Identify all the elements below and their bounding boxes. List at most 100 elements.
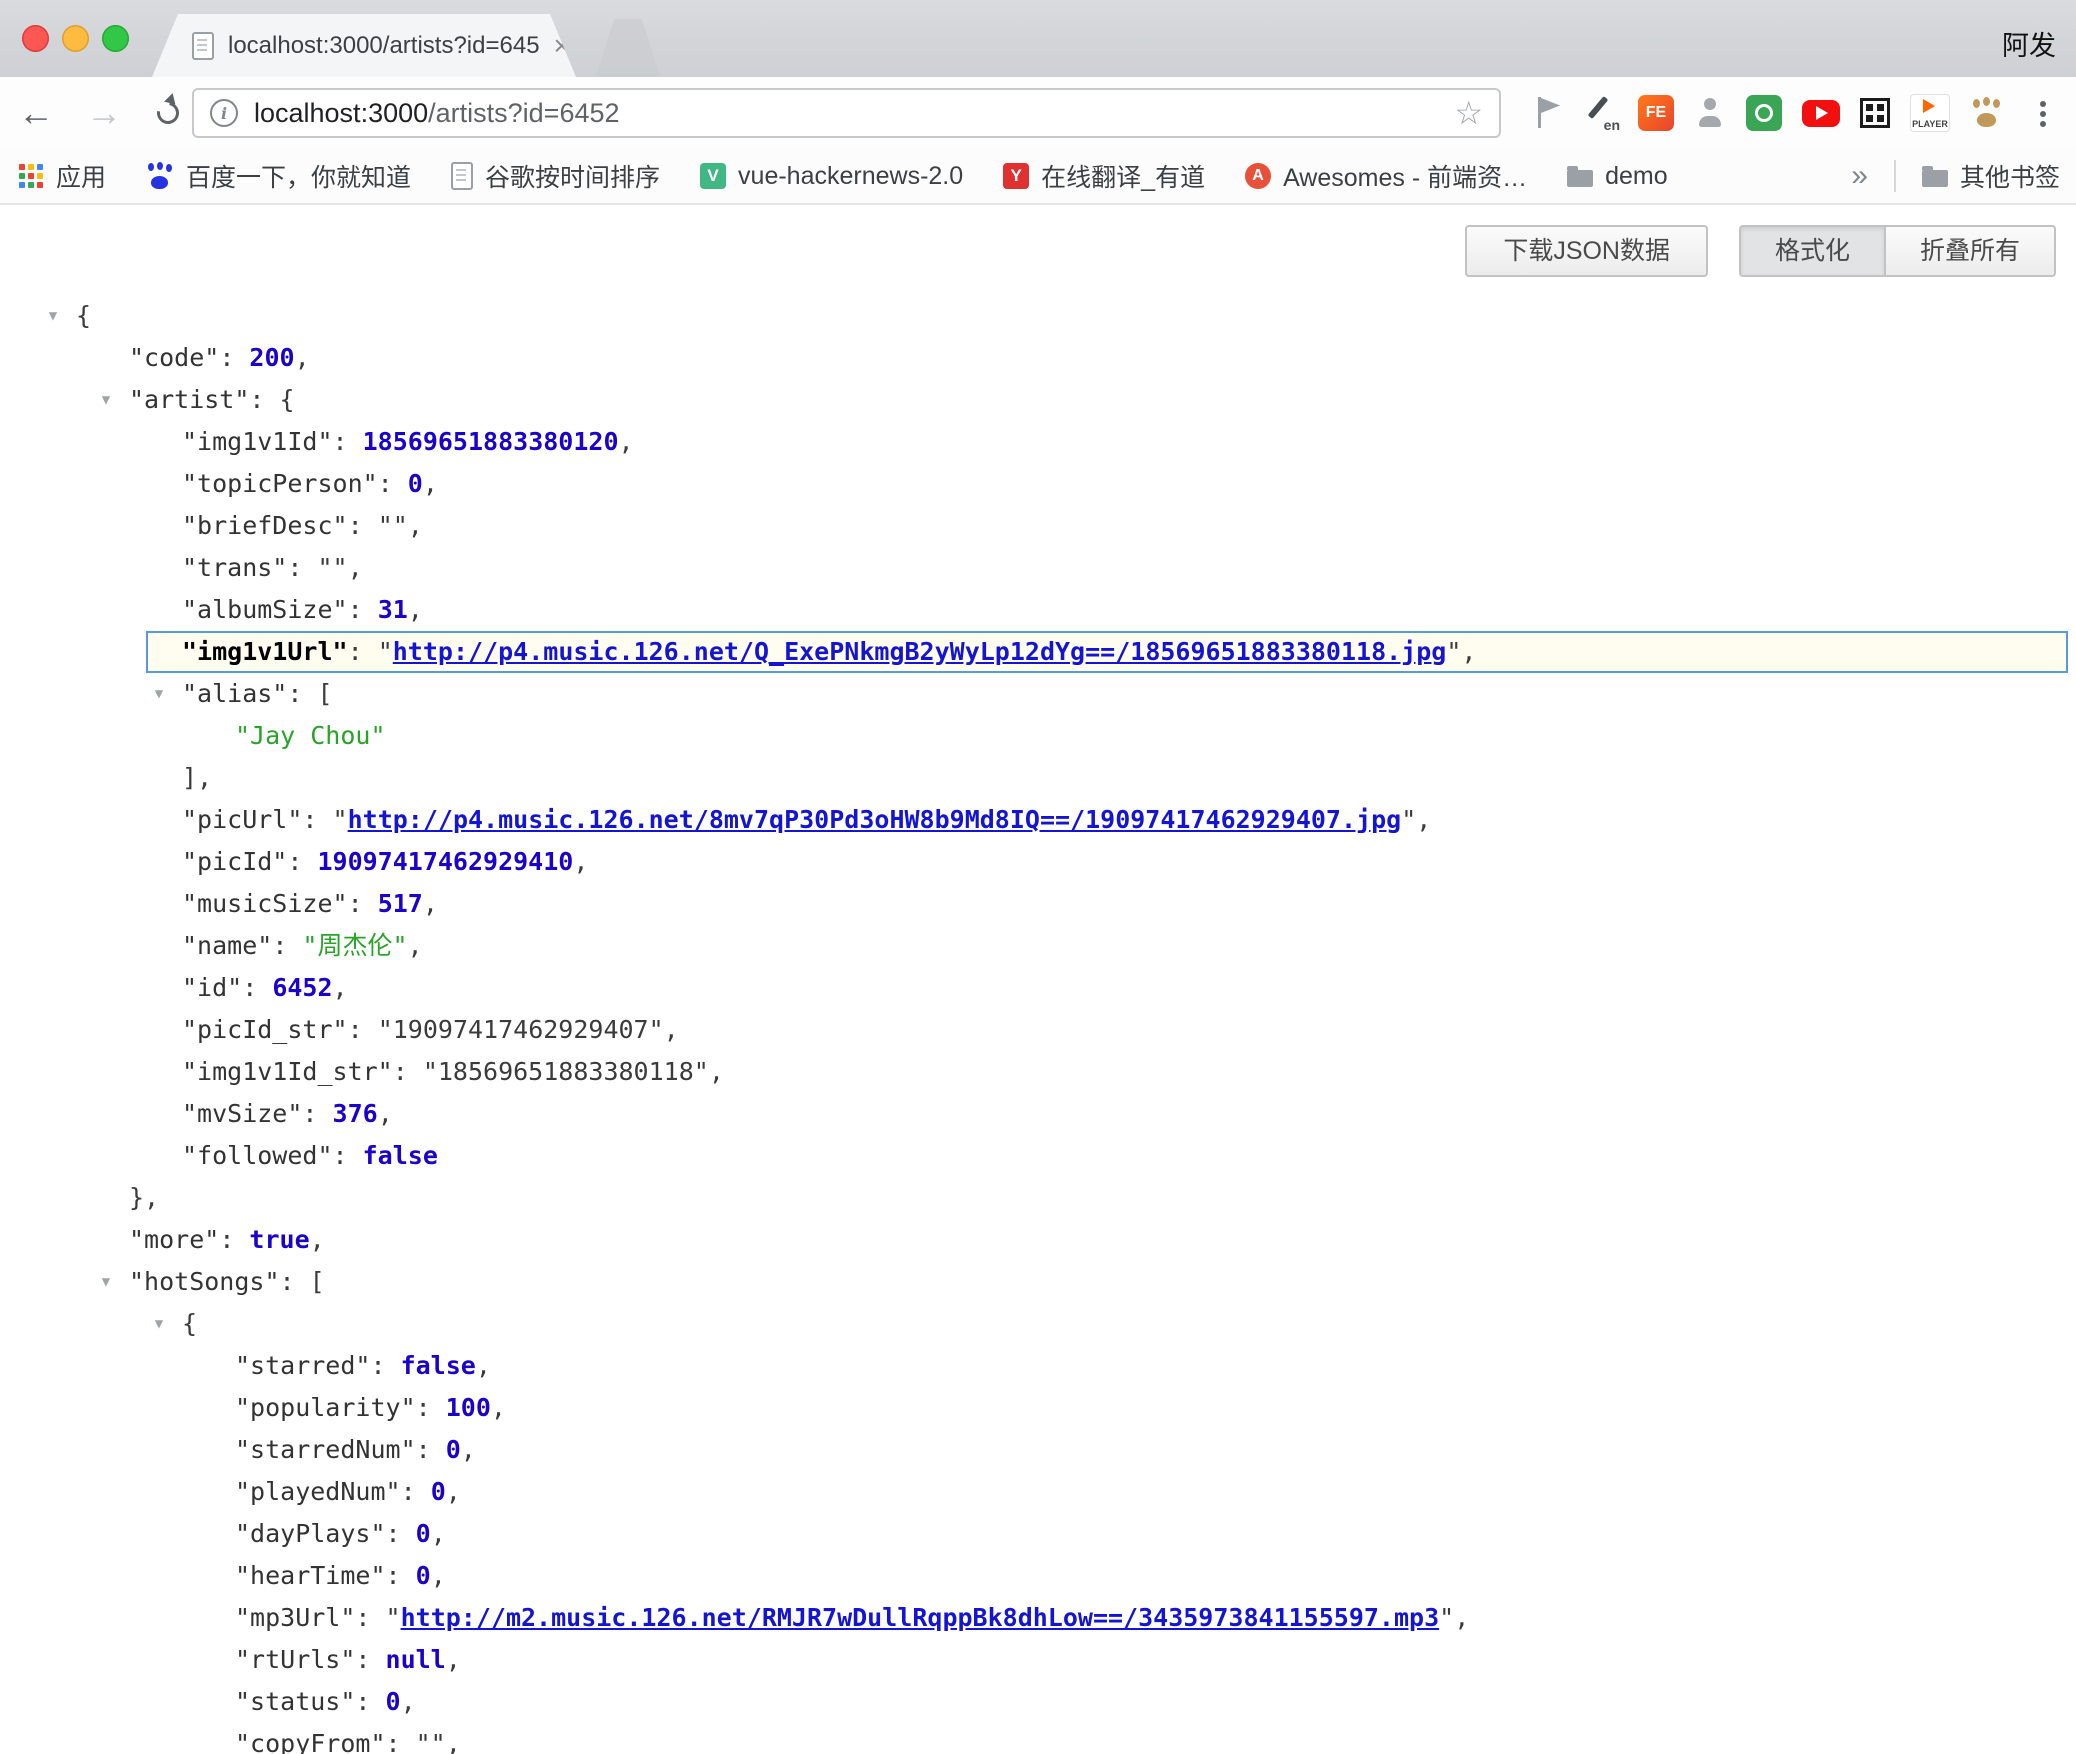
json-token-keyb: "img1v1Url": [182, 637, 348, 666]
json-token-plain: :: [280, 1267, 310, 1296]
address-bar[interactable]: localhost:3000/artists?id=6452 ☆: [192, 88, 1501, 138]
profile-name[interactable]: 阿发: [2002, 24, 2056, 63]
json-token-plain: :: [348, 1015, 378, 1044]
reload-button[interactable]: [154, 99, 182, 127]
json-url-link[interactable]: http://p4.music.126.net/8mv7qP30Pd3oHW8b…: [348, 805, 1402, 834]
tab-close-icon[interactable]: ×: [554, 32, 570, 60]
url-text: localhost:3000/artists?id=6452: [254, 98, 620, 129]
url-path: /artists?id=6452: [428, 98, 619, 128]
json-token-plain: ,: [491, 1393, 506, 1422]
person-extension-icon[interactable]: [1694, 96, 1726, 130]
json-token-num: 31: [378, 595, 408, 624]
json-line-highlighted: "img1v1Url": "http://p4.music.126.net/Q_…: [146, 631, 2068, 673]
bookmark-item[interactable]: Y在线翻译_有道: [1003, 158, 1205, 194]
translate-pen-extension-icon[interactable]: [1582, 95, 1618, 131]
json-line: ▼"alias": [: [0, 673, 2076, 715]
minimize-window-button[interactable]: [62, 25, 89, 52]
back-button[interactable]: ←: [18, 95, 54, 131]
json-token-num: 0: [386, 1687, 401, 1716]
tab-content: localhost:3000/artists?id=645 ×: [152, 32, 604, 60]
browser-menu-icon[interactable]: [2040, 101, 2046, 107]
collapse-arrow-icon[interactable]: ▼: [144, 1303, 174, 1345]
json-token-plain: :: [386, 1561, 416, 1590]
json-token-key: "img1v1Id_str": [182, 1057, 393, 1086]
json-token-plain: ,: [1416, 805, 1431, 834]
bookmark-item[interactable]: 百度一下，你就知道: [146, 158, 411, 194]
forward-button[interactable]: →: [86, 95, 122, 131]
bookmark-star-icon[interactable]: ☆: [1454, 97, 1483, 129]
json-token-plain: [: [310, 1267, 325, 1296]
json-token-num: 0: [416, 1519, 431, 1548]
player-extension-icon[interactable]: [1910, 94, 1950, 132]
json-token-num: 0: [416, 1561, 431, 1590]
youdao-y-favicon: Y: [1003, 163, 1029, 189]
json-token-plain: ,: [446, 1477, 461, 1506]
json-line: "more": true,: [0, 1219, 2076, 1261]
new-tab-button[interactable]: [596, 19, 660, 77]
json-token-num: 376: [333, 1099, 378, 1128]
json-line: ▼"hotSongs": [: [0, 1261, 2076, 1303]
json-line: "followed": false: [0, 1135, 2076, 1177]
json-token-plain: ,: [378, 1099, 393, 1128]
json-line: ▼{: [0, 295, 2076, 337]
bookmark-label: demo: [1605, 162, 1668, 191]
bookmark-item[interactable]: 应用: [18, 158, 106, 194]
page-icon: [451, 162, 473, 190]
json-line: "trans": "",: [0, 547, 2076, 589]
fe-extension-icon[interactable]: FE: [1638, 95, 1674, 131]
json-line: "picUrl": "http://p4.music.126.net/8mv7q…: [0, 799, 2076, 841]
bookmark-item[interactable]: Vvue-hackernews-2.0: [700, 162, 963, 191]
json-token-key: "name": [182, 931, 272, 960]
bookmark-label: 其他书签: [1960, 158, 2060, 194]
json-token-plain: :: [386, 1729, 416, 1754]
json-token-key: "code": [129, 343, 219, 372]
bookmark-item[interactable]: AAwesomes - 前端资…: [1245, 158, 1527, 194]
browser-tab[interactable]: localhost:3000/artists?id=645 ×: [152, 14, 576, 77]
collapse-arrow-icon[interactable]: ▼: [144, 673, 174, 715]
json-token-key: "alias": [182, 679, 287, 708]
json-line: "albumSize": 31,: [0, 589, 2076, 631]
download-json-button[interactable]: 下载JSON数据: [1465, 225, 1708, 277]
green-extension-icon[interactable]: [1746, 95, 1782, 131]
bookmark-item[interactable]: 谷歌按时间排序: [451, 158, 660, 194]
json-token-plain: :: [386, 1519, 416, 1548]
json-line: "starredNum": 0,: [0, 1429, 2076, 1471]
json-token-plain: ,: [431, 1519, 446, 1548]
close-window-button[interactable]: [22, 25, 49, 52]
json-token-plain: ,: [408, 595, 423, 624]
json-token-plain: {: [76, 301, 91, 330]
flag-extension-icon[interactable]: [1532, 95, 1562, 131]
json-token-plain: ,: [1454, 1603, 1469, 1632]
tab-strip: localhost:3000/artists?id=645 × 阿发: [0, 0, 2076, 77]
json-token-key: "playedNum": [235, 1477, 401, 1506]
json-token-plain: :: [393, 1057, 423, 1086]
collapse-arrow-icon[interactable]: ▼: [38, 295, 68, 337]
json-token-key: "albumSize": [182, 595, 348, 624]
other-bookmarks-folder[interactable]: 其他书签: [1922, 158, 2060, 194]
collapse-all-button[interactable]: 折叠所有: [1884, 225, 2056, 277]
youtube-extension-icon[interactable]: [1802, 100, 1840, 127]
qr-code-extension-icon[interactable]: [1860, 98, 1890, 128]
json-token-num: 6452: [272, 973, 332, 1002]
bookmark-item[interactable]: demo: [1567, 162, 1668, 191]
paw-extension-icon[interactable]: [1970, 96, 2004, 130]
bookmarks-overflow-icon[interactable]: »: [1851, 159, 1868, 193]
collapse-arrow-icon[interactable]: ▼: [91, 379, 121, 421]
json-url-link[interactable]: http://m2.music.126.net/RMJR7wDullRqppBk…: [401, 1603, 1440, 1632]
json-tree: ▼{"code": 200,▼"artist": {"img1v1Id": 18…: [0, 295, 2076, 1754]
format-button[interactable]: 格式化: [1739, 225, 1884, 277]
json-token-key: "hearTime": [235, 1561, 386, 1590]
json-url-link[interactable]: http://p4.music.126.net/Q_ExePNkmgB2yWyL…: [393, 637, 1447, 666]
page-info-icon[interactable]: [210, 99, 238, 127]
json-token-bool: false: [401, 1351, 476, 1380]
page-favicon-icon: [192, 32, 214, 60]
json-token-key: "mvSize": [182, 1099, 302, 1128]
zoom-window-button[interactable]: [102, 25, 129, 52]
json-line: ],: [0, 757, 2076, 799]
json-token-plain: :: [378, 469, 408, 498]
baidu-paw-favicon: [146, 162, 174, 190]
json-token-key: "copyFrom": [235, 1729, 386, 1754]
json-token-key: "mp3Url": [235, 1603, 355, 1632]
collapse-arrow-icon[interactable]: ▼: [91, 1261, 121, 1303]
json-token-plain: ],: [182, 763, 212, 792]
